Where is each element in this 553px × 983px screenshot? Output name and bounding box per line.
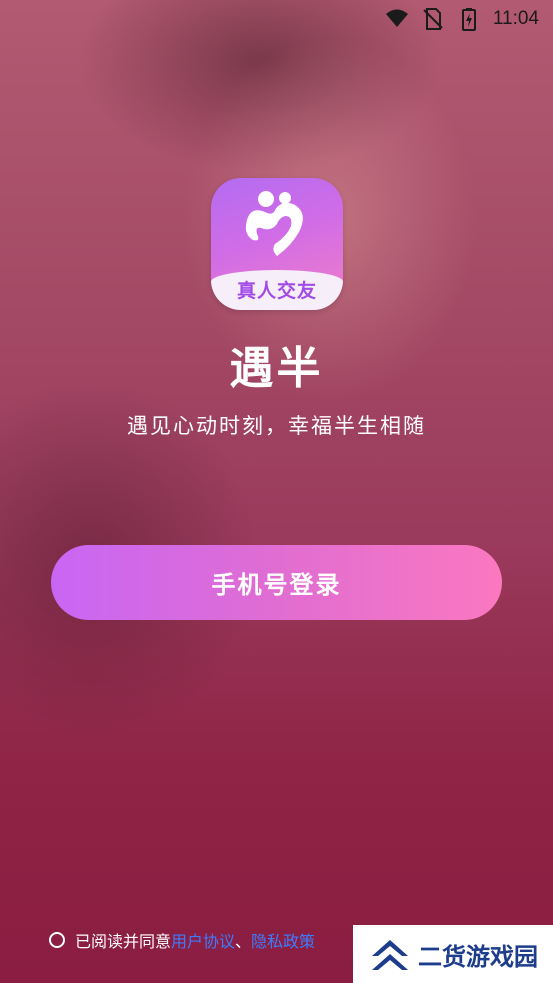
agreement-separator: 、 (235, 932, 252, 951)
watermark-text: 二货游戏园 (418, 942, 538, 971)
tagline: 遇见心动时刻，幸福半生相随 (127, 414, 426, 438)
logo-badge-text: 真人交友 (236, 280, 317, 302)
background-photo (0, 0, 553, 983)
wifi-icon (385, 9, 408, 27)
user-agreement-link[interactable]: 用户协议 (171, 928, 235, 952)
double-chevron-up-icon (372, 940, 408, 970)
agreement-prefix: 已阅读并同意 (75, 932, 172, 951)
clock: 11:04 (492, 8, 539, 29)
no-sim-icon (423, 8, 443, 30)
watermark: 二货游戏园 (353, 925, 553, 983)
heart-logo-icon (245, 191, 303, 256)
battery-charging-icon (461, 8, 476, 31)
privacy-policy-link[interactable]: 隐私政策 (251, 928, 315, 952)
app-name: 遇半 (229, 343, 324, 394)
app-logo: 真人交友 (211, 178, 343, 310)
agreement-checkbox[interactable] (49, 932, 65, 948)
status-bar: 11:04 (0, 0, 553, 38)
phone-login-button[interactable]: 手机号登录 (51, 545, 502, 620)
